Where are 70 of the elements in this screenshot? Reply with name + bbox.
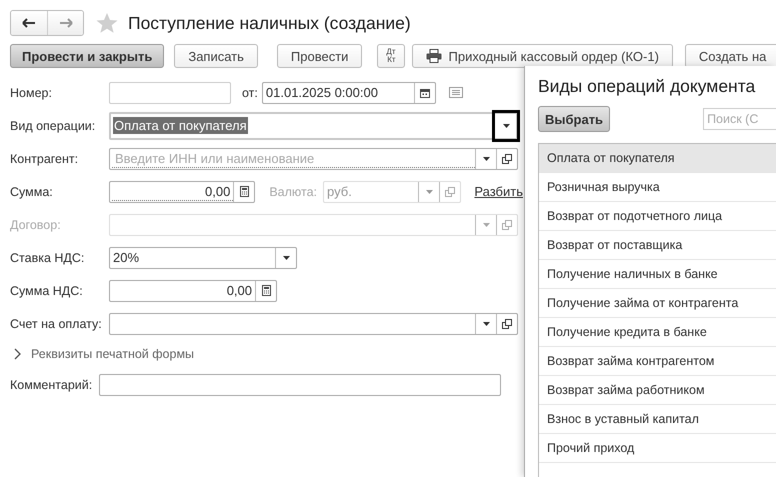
calendar-icon (420, 88, 430, 98)
list-item[interactable]: Розничная выручка (539, 173, 776, 202)
popup-title: Виды операций документа (538, 76, 756, 97)
vat-amount-field[interactable]: 0,00 (109, 280, 277, 302)
field-label: Договор: (10, 218, 62, 232)
list-item[interactable]: Возврат от подотчетного лица (539, 202, 776, 231)
date-field[interactable]: 01.01.2025 0:00:00 (262, 82, 436, 104)
field-value: 0,00 (112, 182, 234, 200)
open-icon (502, 154, 512, 164)
invoice-field[interactable] (109, 312, 518, 334)
list-item[interactable]: Получение наличных в банке (539, 260, 776, 289)
field-value: 20% (112, 249, 140, 266)
open-icon (445, 186, 456, 196)
select-button[interactable]: Выбрать (538, 106, 610, 132)
calculator-icon (240, 186, 249, 197)
back-button[interactable] (11, 11, 47, 35)
printer-icon (426, 49, 442, 63)
toolbar-button[interactable]: Провести (276, 44, 362, 68)
vat-rate-field[interactable]: 20% (109, 246, 297, 268)
field-value: руб. (326, 183, 353, 200)
list-icon[interactable] (448, 87, 463, 98)
list-item[interactable]: Возврат займа работником (539, 376, 776, 405)
section-toggle[interactable]: Реквизиты печатной формы (31, 347, 194, 361)
operation-type-field[interactable]: Оплата от покупателя (109, 112, 518, 140)
open-icon (502, 220, 512, 230)
list-item[interactable]: Прочий приход (539, 434, 776, 463)
field-value: Оплата от покупателя (113, 117, 248, 134)
field-label: Контрагент: (10, 152, 80, 166)
back-arrow-icon (22, 18, 36, 28)
field-label: Сумма: (10, 184, 54, 198)
star-icon[interactable] (96, 12, 118, 34)
caret-icon (502, 124, 510, 128)
list-item[interactable]: Получение кредита в банке (539, 318, 776, 347)
field-label: от: (242, 86, 258, 100)
open-icon (502, 318, 512, 328)
post-and-close-button[interactable]: Провести и закрыть (10, 44, 164, 68)
chevron-icon[interactable] (14, 348, 22, 360)
field-value: 0,00 (226, 282, 253, 300)
caret-icon (482, 222, 490, 226)
number-field[interactable] (109, 82, 231, 104)
field-label: Счет на оплату: (10, 316, 103, 330)
field-label: Сумма НДС: (10, 284, 84, 298)
split-link[interactable]: Разбить (474, 184, 523, 199)
caret-icon (482, 156, 490, 160)
field-label: Вид операции: (10, 118, 96, 132)
field-label: Ставка НДС: (10, 250, 86, 264)
print-button[interactable]: Приходный кассовый ордер (КО-1) (412, 44, 673, 68)
window-title: Поступление наличных (создание) (128, 12, 411, 34)
caret-icon (282, 256, 290, 260)
date-value: 01.01.2025 0:00:00 (264, 84, 379, 102)
field-label: Комментарий: (10, 378, 94, 392)
field-placeholder: Введите ИНН или наименование (112, 150, 475, 168)
list-item[interactable]: Возврат от поставщика (539, 231, 776, 260)
comment-field[interactable] (99, 374, 501, 396)
toolbar-button[interactable]: Создать на (684, 44, 776, 68)
list-item[interactable]: Взнос в уставный капитал (539, 405, 776, 434)
debit-credit-button[interactable]: Дт Кт (377, 44, 405, 68)
list-item[interactable]: Оплата от покупателя (539, 144, 776, 173)
list-item[interactable]: Возврат займа контрагентом (539, 347, 776, 376)
search-field[interactable]: Поиск (C (703, 108, 776, 130)
field-label: Номер: (10, 86, 53, 100)
caret-icon (426, 190, 433, 194)
caret-icon (482, 322, 490, 326)
calculator-icon (262, 285, 270, 296)
field-label: Валюта: (269, 184, 318, 198)
forward-arrow-icon (58, 18, 72, 28)
toolbar-button[interactable]: Записать (174, 44, 258, 68)
dropdown-button[interactable] (492, 110, 520, 142)
list-item[interactable]: Получение займа от контрагента (539, 289, 776, 318)
amount-field[interactable]: 0,00 (109, 180, 256, 202)
